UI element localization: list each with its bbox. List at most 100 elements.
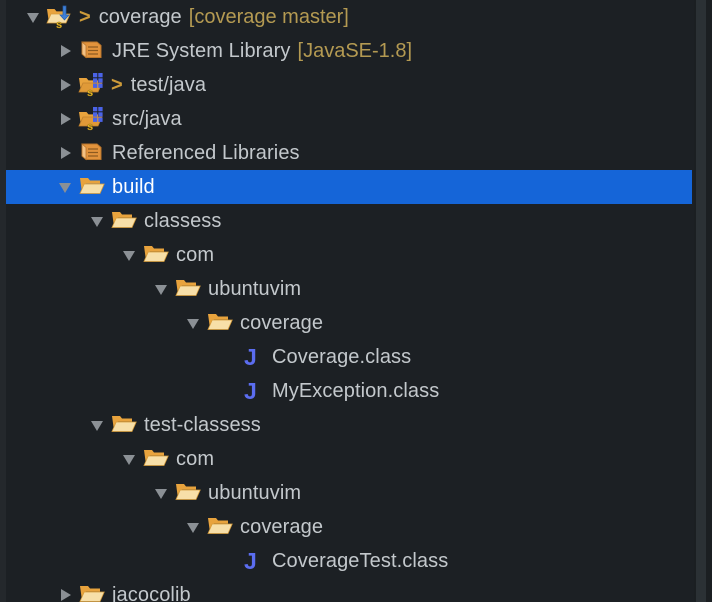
- chevron-down-icon[interactable]: [152, 476, 174, 510]
- tree-row[interactable]: Referenced Libraries: [6, 136, 692, 170]
- folder-open-icon: [142, 242, 170, 268]
- chevron-right-icon[interactable]: [56, 578, 78, 602]
- svg-text:J: J: [244, 344, 257, 370]
- tree-row-label: build: [112, 175, 155, 198]
- chevron-down-icon[interactable]: [56, 170, 78, 204]
- tree-row-label: ubuntuvim: [208, 481, 302, 504]
- chevron-right-icon[interactable]: [56, 34, 78, 68]
- chevron-down-icon[interactable]: [184, 306, 206, 340]
- tree-row[interactable]: ubuntuvim: [6, 272, 692, 306]
- tree-row[interactable]: J MyException.class: [6, 374, 692, 408]
- tree-row[interactable]: coverage: [6, 510, 692, 544]
- folder-open-icon: [78, 582, 106, 602]
- chevron-down-icon[interactable]: [88, 408, 110, 442]
- tree-row[interactable]: com: [6, 442, 692, 476]
- java-class-icon: J: [238, 378, 266, 404]
- tree-row[interactable]: JRE System Library [JavaSE-1.8]: [6, 34, 692, 68]
- folder-open-icon: [142, 446, 170, 472]
- tree-row[interactable]: J Coverage.class: [6, 340, 692, 374]
- tree-row[interactable]: s > test/java: [6, 68, 692, 102]
- tree-row-label: Referenced Libraries: [112, 141, 300, 164]
- tree-row-label: Coverage.class: [272, 345, 412, 368]
- chevron-down-icon[interactable]: [120, 442, 142, 476]
- tree-row-decoration: [coverage master]: [188, 5, 349, 28]
- tree-row[interactable]: coverage: [6, 306, 692, 340]
- library-book-icon: [78, 140, 106, 166]
- chevron-right-icon[interactable]: [56, 68, 78, 102]
- chevron-down-icon[interactable]: [184, 510, 206, 544]
- twisty-placeholder: [216, 374, 238, 408]
- folder-open-icon: [110, 412, 138, 438]
- project-folder-icon: s: [46, 4, 74, 30]
- tree-row[interactable]: ubuntuvim: [6, 476, 692, 510]
- tree-row-label: JRE System Library: [112, 39, 291, 62]
- folder-open-icon: [174, 480, 202, 506]
- twisty-placeholder: [216, 544, 238, 578]
- folder-open-icon: [78, 174, 106, 200]
- java-class-icon: J: [238, 344, 266, 370]
- tree-row[interactable]: s > coverage [coverage master]: [6, 0, 692, 34]
- chevron-down-icon[interactable]: [88, 204, 110, 238]
- svg-text:s: s: [87, 87, 93, 98]
- tree-row[interactable]: classess: [6, 204, 692, 238]
- project-explorer-panel: s > coverage [coverage master] JRE System Li…: [0, 0, 712, 602]
- source-folder-icon: s: [78, 106, 106, 132]
- tree-row-label: test-classess: [144, 413, 261, 436]
- java-class-icon: J: [238, 548, 266, 574]
- tree-row[interactable]: com: [6, 238, 692, 272]
- tree-row[interactable]: jacocolib: [6, 578, 692, 602]
- tree-row[interactable]: build: [6, 170, 692, 204]
- svg-text:J: J: [244, 548, 257, 574]
- svg-text:J: J: [244, 378, 257, 404]
- folder-open-icon: [174, 276, 202, 302]
- tree-row-prefix: >: [79, 5, 91, 28]
- tree-row-label: com: [176, 243, 215, 266]
- folder-open-icon: [206, 514, 234, 540]
- tree-row[interactable]: s src/java: [6, 102, 692, 136]
- vertical-scrollbar-track[interactable]: [696, 0, 706, 602]
- chevron-down-icon[interactable]: [120, 238, 142, 272]
- tree-row-label: coverage: [98, 5, 182, 28]
- tree-row[interactable]: test-classess: [6, 408, 692, 442]
- tree-row-label: classess: [144, 209, 222, 232]
- library-book-icon: [78, 38, 106, 64]
- tree-row-label: jacocolib: [112, 583, 191, 602]
- tree-row-label: coverage: [240, 311, 324, 334]
- tree-row-label: com: [176, 447, 215, 470]
- tree-row-decoration: [JavaSE-1.8]: [297, 39, 413, 62]
- project-tree[interactable]: s > coverage [coverage master] JRE System Li…: [6, 0, 692, 602]
- chevron-right-icon[interactable]: [56, 136, 78, 170]
- tree-row-label: src/java: [112, 107, 182, 130]
- folder-open-icon: [206, 310, 234, 336]
- chevron-down-icon[interactable]: [24, 0, 46, 34]
- svg-text:s: s: [87, 121, 93, 132]
- tree-row-prefix: >: [111, 73, 123, 96]
- chevron-right-icon[interactable]: [56, 102, 78, 136]
- twisty-placeholder: [216, 340, 238, 374]
- tree-row[interactable]: J CoverageTest.class: [6, 544, 692, 578]
- tree-row-label: CoverageTest.class: [272, 549, 449, 572]
- svg-text:s: s: [56, 19, 62, 30]
- vertical-scrollbar[interactable]: [694, 0, 712, 602]
- source-folder-icon: s: [78, 72, 106, 98]
- tree-row-label: ubuntuvim: [208, 277, 302, 300]
- chevron-down-icon[interactable]: [152, 272, 174, 306]
